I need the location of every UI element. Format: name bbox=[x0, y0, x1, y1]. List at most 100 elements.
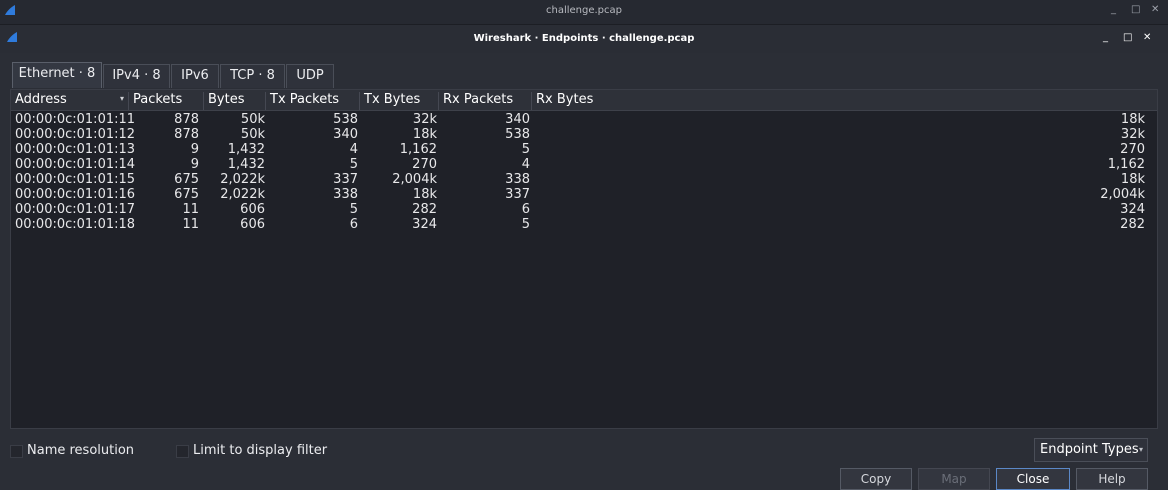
tab-udp[interactable]: UDP bbox=[286, 64, 334, 88]
cell-packets: 11 bbox=[182, 202, 199, 217]
copy-button[interactable]: Copy bbox=[840, 468, 912, 490]
cell-bytes: 2,022k bbox=[220, 172, 265, 187]
dialog-title: Wireshark · Endpoints · challenge.pcap bbox=[473, 33, 695, 44]
tab-ipv6[interactable]: IPv6 bbox=[171, 64, 219, 88]
cell-tx-packets: 4 bbox=[349, 142, 358, 157]
cell-packets: 11 bbox=[182, 217, 199, 232]
cell-address: 00:00:0c:01:01:11 bbox=[15, 112, 136, 127]
cell-rx-bytes: 324 bbox=[1120, 202, 1145, 217]
cell-tx-packets: 6 bbox=[349, 217, 358, 232]
cell-tx-bytes: 270 bbox=[412, 157, 437, 172]
cell-address: 00:00:0c:01:01:17 bbox=[15, 202, 136, 217]
dialog-maximize-button[interactable]: □ bbox=[1123, 32, 1132, 43]
tab-ipv4[interactable]: IPv4 · 8 bbox=[103, 64, 170, 88]
table-row[interactable]: 00:00:0c:01:01:14 9 1,432 5 270 4 1,162 bbox=[11, 157, 1157, 172]
cell-rx-bytes: 270 bbox=[1120, 142, 1145, 157]
table-row[interactable]: 00:00:0c:01:01:16 675 2,022k 338 18k 337 2,004… bbox=[11, 187, 1157, 202]
cell-rx-packets: 4 bbox=[521, 157, 530, 172]
cell-bytes: 2,022k bbox=[220, 187, 265, 202]
cell-tx-bytes: 18k bbox=[412, 127, 437, 142]
column-header-tx-bytes[interactable]: Tx Bytes bbox=[360, 92, 439, 110]
cell-address: 00:00:0c:01:01:18 bbox=[15, 217, 136, 232]
cell-rx-bytes: 2,004k bbox=[1100, 187, 1145, 202]
limit-display-filter-checkbox[interactable] bbox=[176, 445, 189, 458]
column-header-rx-packets[interactable]: Rx Packets bbox=[439, 92, 532, 110]
chevron-down-icon: ▾ bbox=[1138, 445, 1143, 454]
cell-packets: 9 bbox=[190, 142, 199, 157]
table-row[interactable]: 00:00:0c:01:01:12 878 50k 340 18k 538 32k bbox=[11, 127, 1157, 142]
outer-close-button[interactable]: ✕ bbox=[1151, 4, 1159, 15]
cell-rx-bytes: 18k bbox=[1120, 172, 1145, 187]
cell-rx-packets: 340 bbox=[505, 112, 530, 127]
endpoints-table[interactable]: Address ▾ Packets Bytes Tx Packets Tx By… bbox=[10, 89, 1158, 429]
cell-address: 00:00:0c:01:01:14 bbox=[15, 157, 136, 172]
table-row[interactable]: 00:00:0c:01:01:11 878 50k 538 32k 340 18k bbox=[11, 112, 1157, 127]
cell-packets: 9 bbox=[190, 157, 199, 172]
column-header-rx-bytes[interactable]: Rx Bytes bbox=[532, 92, 1157, 110]
dialog-titlebar: Wireshark · Endpoints · challenge.pcap _… bbox=[0, 25, 1168, 53]
table-row[interactable]: 00:00:0c:01:01:18 11 606 6 324 5 282 bbox=[11, 217, 1157, 232]
column-header-bytes[interactable]: Bytes bbox=[204, 92, 266, 110]
cell-address: 00:00:0c:01:01:15 bbox=[15, 172, 136, 187]
endpoint-types-label: Endpoint Types bbox=[1040, 442, 1139, 457]
column-header-address[interactable]: Address bbox=[11, 92, 129, 110]
cell-address: 00:00:0c:01:01:13 bbox=[15, 142, 136, 157]
cell-rx-packets: 337 bbox=[505, 187, 530, 202]
cell-packets: 675 bbox=[174, 172, 199, 187]
table-row[interactable]: 00:00:0c:01:01:13 9 1,432 4 1,162 5 270 bbox=[11, 142, 1157, 157]
cell-packets: 878 bbox=[174, 127, 199, 142]
cell-packets: 878 bbox=[174, 112, 199, 127]
cell-tx-packets: 338 bbox=[333, 187, 358, 202]
cell-rx-bytes: 282 bbox=[1120, 217, 1145, 232]
cell-tx-bytes: 282 bbox=[412, 202, 437, 217]
tab-ethernet[interactable]: Ethernet · 8 bbox=[12, 62, 102, 88]
outer-window-title: challenge.pcap bbox=[545, 5, 622, 16]
cell-tx-packets: 5 bbox=[349, 157, 358, 172]
cell-tx-packets: 340 bbox=[333, 127, 358, 142]
cell-rx-packets: 538 bbox=[505, 127, 530, 142]
table-header: Address ▾ Packets Bytes Tx Packets Tx By… bbox=[11, 90, 1157, 111]
dialog-minimize-button[interactable]: _ bbox=[1103, 32, 1108, 43]
cell-rx-bytes: 1,162 bbox=[1107, 157, 1145, 172]
cell-rx-packets: 5 bbox=[521, 217, 530, 232]
cell-packets: 675 bbox=[174, 187, 199, 202]
name-resolution-label[interactable]: Name resolution bbox=[27, 443, 134, 458]
cell-bytes: 50k bbox=[240, 127, 265, 142]
outer-titlebar: challenge.pcap _ □ ✕ bbox=[0, 0, 1168, 25]
cell-tx-bytes: 1,162 bbox=[399, 142, 437, 157]
cell-address: 00:00:0c:01:01:12 bbox=[15, 127, 136, 142]
cell-rx-packets: 6 bbox=[521, 202, 530, 217]
cell-tx-bytes: 32k bbox=[412, 112, 437, 127]
cell-tx-bytes: 18k bbox=[412, 187, 437, 202]
cell-tx-packets: 337 bbox=[333, 172, 358, 187]
cell-tx-packets: 5 bbox=[349, 202, 358, 217]
column-header-packets[interactable]: Packets bbox=[129, 92, 204, 110]
cell-rx-bytes: 32k bbox=[1120, 127, 1145, 142]
cell-tx-bytes: 324 bbox=[412, 217, 437, 232]
endpoint-types-dropdown[interactable]: Endpoint Types ▾ bbox=[1034, 438, 1148, 462]
outer-maximize-button[interactable]: □ bbox=[1131, 4, 1140, 15]
cell-address: 00:00:0c:01:01:16 bbox=[15, 187, 136, 202]
cell-bytes: 50k bbox=[240, 112, 265, 127]
cell-bytes: 606 bbox=[240, 217, 265, 232]
cell-tx-bytes: 2,004k bbox=[392, 172, 437, 187]
name-resolution-checkbox[interactable] bbox=[10, 445, 23, 458]
sort-descending-icon: ▾ bbox=[120, 94, 125, 103]
cell-rx-packets: 5 bbox=[521, 142, 530, 157]
dialog-close-button[interactable]: ✕ bbox=[1143, 32, 1151, 43]
tab-tcp[interactable]: TCP · 8 bbox=[220, 64, 285, 88]
table-row[interactable]: 00:00:0c:01:01:17 11 606 5 282 6 324 bbox=[11, 202, 1157, 217]
help-button[interactable]: Help bbox=[1076, 468, 1148, 490]
close-button[interactable]: Close bbox=[996, 468, 1070, 490]
cell-bytes: 1,432 bbox=[227, 157, 265, 172]
column-header-tx-packets[interactable]: Tx Packets bbox=[266, 92, 360, 110]
cell-rx-bytes: 18k bbox=[1120, 112, 1145, 127]
cell-tx-packets: 538 bbox=[333, 112, 358, 127]
cell-bytes: 1,432 bbox=[227, 142, 265, 157]
cell-rx-packets: 338 bbox=[505, 172, 530, 187]
map-button[interactable]: Map bbox=[918, 468, 990, 490]
limit-display-filter-label[interactable]: Limit to display filter bbox=[193, 443, 327, 458]
table-row[interactable]: 00:00:0c:01:01:15 675 2,022k 337 2,004k 338 18… bbox=[11, 172, 1157, 187]
cell-bytes: 606 bbox=[240, 202, 265, 217]
outer-minimize-button[interactable]: _ bbox=[1111, 4, 1116, 15]
